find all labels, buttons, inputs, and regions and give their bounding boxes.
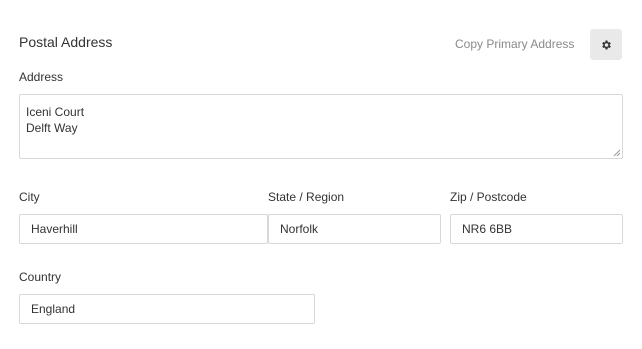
region-input[interactable]: Norfolk xyxy=(268,214,441,244)
section-title: Postal Address xyxy=(19,34,113,50)
address-line-1: Iceni Court xyxy=(26,105,85,119)
address-line-2: Delft Way xyxy=(26,121,78,135)
zip-label: Zip / Postcode xyxy=(450,190,527,204)
city-label: City xyxy=(19,190,40,204)
country-input[interactable]: England xyxy=(19,294,315,324)
zip-input[interactable]: NR6 6BB xyxy=(450,214,623,244)
postal-address-form: Postal Address Copy Primary Address Addr… xyxy=(0,0,642,349)
copy-primary-address-link[interactable]: Copy Primary Address xyxy=(455,37,574,51)
address-label: Address xyxy=(19,70,64,84)
city-input[interactable]: Haverhill xyxy=(19,214,268,244)
gear-icon xyxy=(600,39,612,51)
address-textarea[interactable]: Iceni Court Delft Way xyxy=(19,94,623,159)
country-label: Country xyxy=(19,270,62,284)
region-label: State / Region xyxy=(268,190,345,204)
resize-grip-icon[interactable] xyxy=(613,149,620,156)
settings-button[interactable] xyxy=(590,29,622,60)
